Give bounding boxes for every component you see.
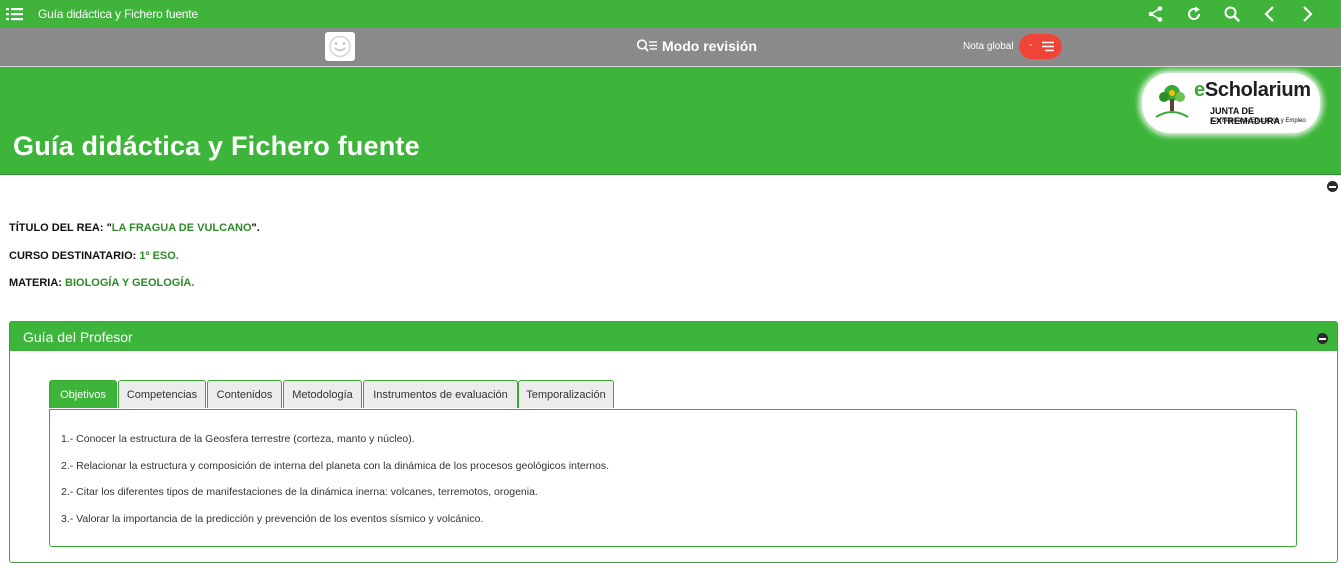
list-item: 2.- Citar los diferentes tipos de manife… [61, 486, 538, 498]
tab-competencias[interactable]: Competencias [118, 380, 206, 408]
smiley-icon[interactable] [325, 32, 355, 61]
logo-brand: eScholarium [1194, 79, 1311, 101]
review-bar: Modo revisión Nota global - [0, 28, 1341, 66]
nota-global-badge[interactable]: - [1019, 34, 1062, 59]
escholarium-logo: eScholarium JUNTA DE EXTREMADURA Conseje… [1142, 73, 1320, 133]
tab-contenidos[interactable]: Contenidos [207, 380, 282, 408]
logo-emblem-icon [1155, 85, 1189, 118]
panel-title: Guía del Profesor [23, 329, 133, 345]
nota-global-label: Nota global [963, 41, 1014, 52]
curso-line: CURSO DESTINATARIO: 1º ESO. [9, 250, 179, 262]
tab-objetivos[interactable]: Objetivos [49, 380, 117, 408]
review-mode-text: Modo revisión [662, 38, 757, 54]
guia-profesor-panel: Guía del Profesor Objetivos Competencias… [9, 321, 1338, 563]
list-item: 1.- Conocer la estructura de la Geosfera… [61, 433, 415, 445]
chevron-left-icon[interactable] [1260, 4, 1280, 24]
collapse-icon[interactable] [1327, 181, 1338, 192]
search-icon[interactable] [1222, 4, 1242, 24]
titulo-rea-line: TÍTULO DEL REA: "LA FRAGUA DE VULCANO". [9, 222, 260, 234]
refresh-icon[interactable] [1184, 4, 1204, 24]
chevron-right-icon[interactable] [1297, 4, 1317, 24]
review-search-icon [636, 39, 657, 52]
app-title: Guía didáctica y Fichero fuente [38, 7, 198, 21]
tab-temporalizacion[interactable]: Temporalización [518, 380, 614, 408]
tab-instrumentos[interactable]: Instrumentos de evaluación [363, 380, 518, 408]
menu-icon[interactable] [6, 6, 24, 22]
list-item: 2.- Relacionar la estructura y composici… [61, 460, 610, 472]
tab-content-objetivos: 1.- Conocer la estructura de la Geosfera… [49, 409, 1297, 547]
nota-value: - [1029, 40, 1033, 51]
page-title: Guía didáctica y Fichero fuente [13, 131, 420, 161]
panel-collapse-icon[interactable] [1317, 333, 1328, 344]
tab-metodologia[interactable]: Metodología [283, 380, 362, 408]
list-item: 3.- Valorar la importancia de la predicc… [61, 513, 484, 525]
page-header: Guía didáctica y Fichero fuente eScholar… [0, 67, 1341, 175]
share-icon[interactable] [1146, 4, 1166, 24]
lines-icon [1042, 41, 1054, 52]
materia-line: MATERIA: BIOLOGÍA Y GEOLOGÍA. [9, 277, 195, 289]
top-bar: Guía didáctica y Fichero fuente [0, 0, 1341, 28]
panel-header[interactable]: Guía del Profesor [10, 322, 1337, 351]
logo-consejeria: Consejería de Educación y Empleo [1212, 118, 1306, 124]
review-mode-label[interactable]: Modo revisión [636, 38, 757, 54]
